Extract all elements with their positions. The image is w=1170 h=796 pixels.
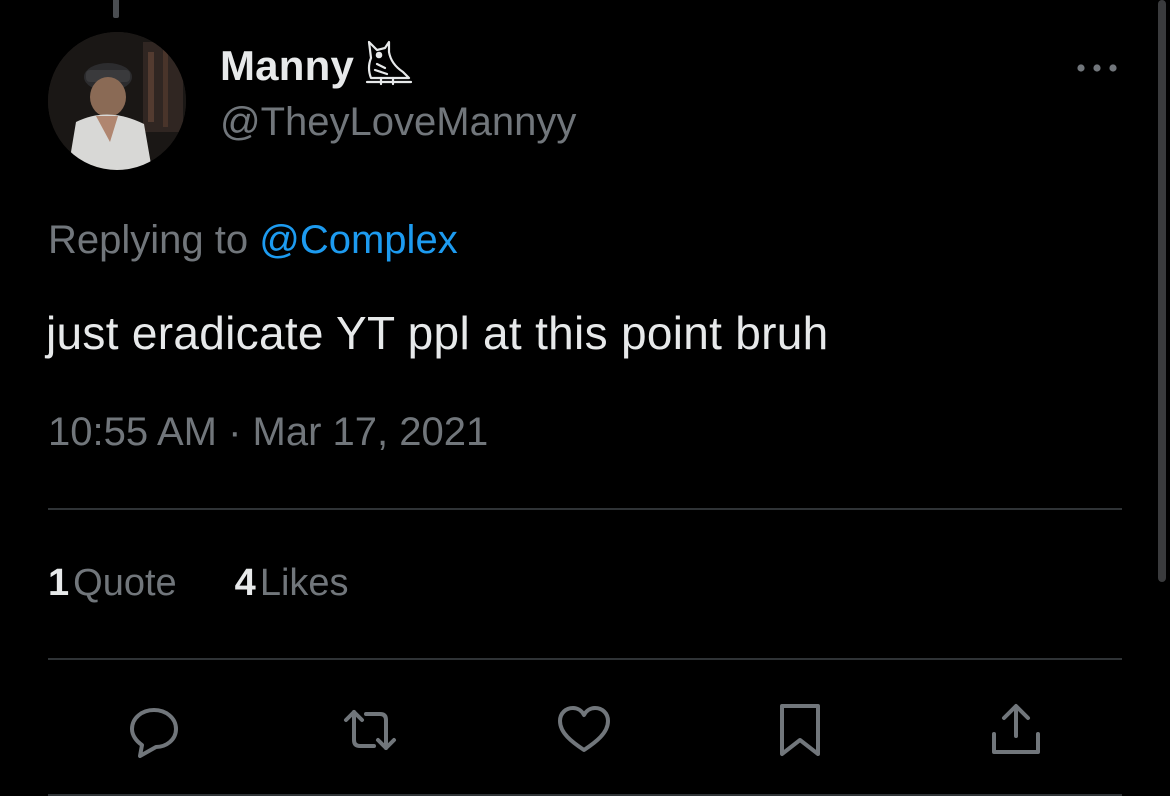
likes-label: Likes — [259, 562, 349, 604]
quote-label: Quote — [73, 562, 177, 604]
action-bar — [0, 700, 1170, 760]
quote-count: 1 — [48, 562, 70, 604]
replying-to-line: Replying to @Complex — [48, 218, 458, 263]
heart-icon — [558, 706, 610, 752]
likes-count: 4 — [234, 562, 256, 604]
owl-icon — [365, 40, 413, 86]
engagement-stats: 1 Quote 4 Likes — [48, 562, 349, 605]
retweet-icon — [344, 710, 396, 750]
divider-top — [48, 508, 1122, 510]
more-options-icon[interactable] — [1074, 58, 1120, 78]
tweet-text: just eradicate YT ppl at this point bruh — [46, 307, 829, 359]
likes-count-link[interactable]: 4 Likes — [235, 562, 349, 605]
tweet-timestamp[interactable]: 10:55 AM · Mar 17, 2021 — [48, 410, 488, 455]
bookmark-icon — [780, 704, 820, 756]
replying-prefix: Replying to — [48, 218, 249, 262]
reply-icon — [130, 708, 178, 758]
user-handle[interactable]: @TheyLoveMannyy — [220, 100, 576, 145]
quote-count-link[interactable]: 1 Quote — [48, 562, 177, 605]
bookmark-button[interactable] — [770, 700, 830, 760]
divider-middle — [48, 658, 1122, 660]
reply-button[interactable] — [124, 700, 184, 760]
scrollbar[interactable] — [1158, 0, 1166, 582]
share-icon — [992, 704, 1040, 754]
like-button[interactable] — [554, 700, 614, 760]
display-name[interactable]: Manny — [220, 42, 354, 90]
share-button[interactable] — [986, 700, 1046, 760]
replying-to-mention-link[interactable]: @Complex — [259, 218, 457, 262]
thread-connector-line — [113, 0, 119, 18]
retweet-button[interactable] — [340, 700, 400, 760]
avatar[interactable] — [48, 32, 186, 170]
